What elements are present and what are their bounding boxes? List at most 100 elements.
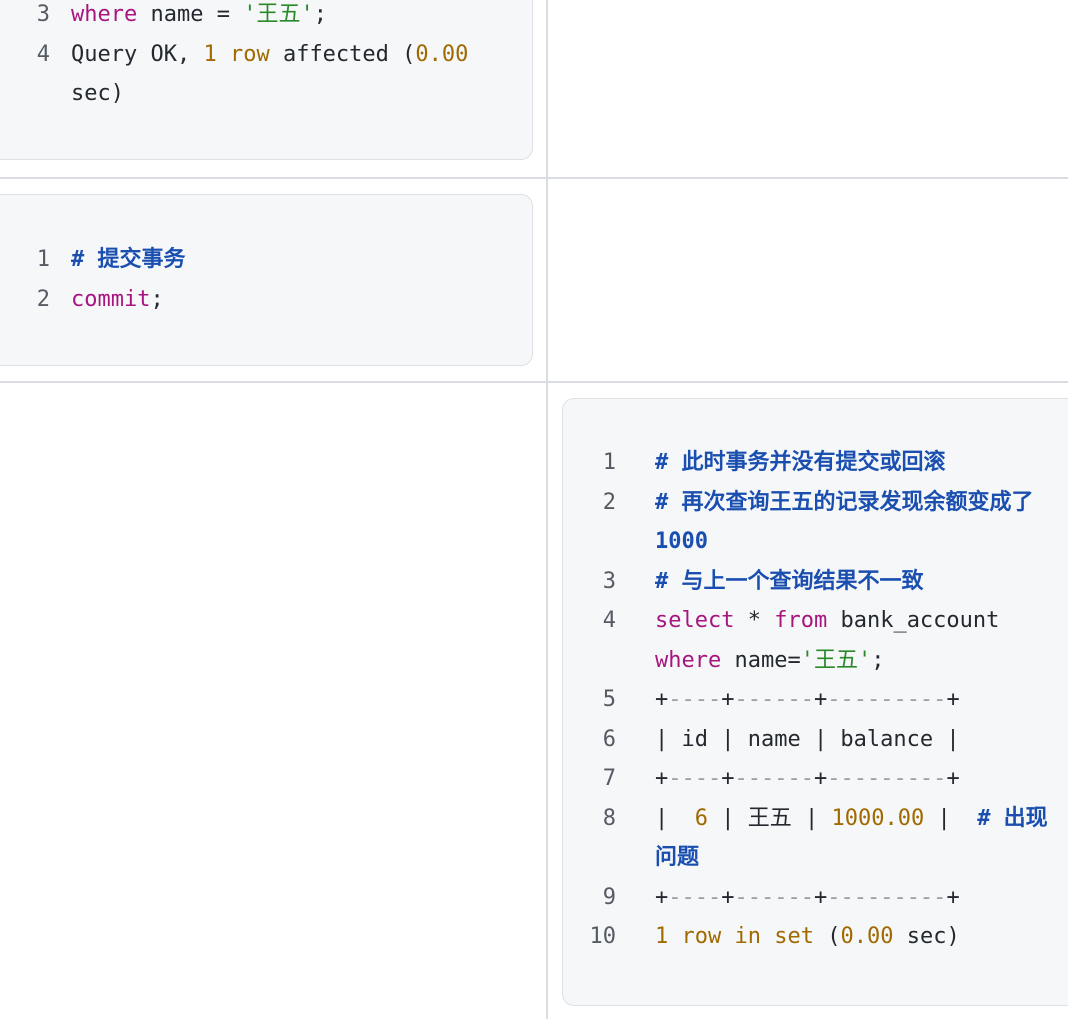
line-number: 4 — [36, 41, 50, 67]
code-token: bank_account — [827, 608, 1000, 633]
code-text: # 此时事务并没有提交或回滚 — [655, 443, 946, 483]
code-text: Query OK, 1 row affected (0.00 — [71, 35, 468, 75]
code-token: + — [813, 884, 828, 910]
code-token: * — [734, 608, 775, 633]
code-token: + — [813, 687, 828, 712]
code-token: # 出现 — [977, 805, 1048, 831]
code-token: row — [681, 924, 722, 949]
code-token: sec) — [893, 924, 960, 949]
line-number: 7 — [602, 766, 616, 791]
code-text: sec) — [71, 74, 124, 114]
code-text: +----+------+---------+ — [655, 680, 960, 720]
code-text: | id | name | balance | — [655, 720, 960, 760]
code-token: '王五' — [800, 647, 872, 673]
code-token: 1000 — [655, 529, 708, 554]
code-text: where name = '王五'; — [71, 0, 327, 35]
code-token: Query OK, — [71, 41, 204, 67]
code-token: 6 — [694, 805, 708, 831]
code-token: --------- — [827, 884, 947, 910]
code-token: '王五' — [243, 2, 314, 27]
line-number: 6 — [602, 726, 616, 752]
code-token: # 提交事务 — [71, 247, 186, 272]
line-number: 1 — [36, 247, 50, 272]
code-token: where — [71, 2, 138, 27]
code-token: ------ — [734, 766, 814, 791]
code-token: ------ — [734, 687, 814, 712]
line-number: 1 — [602, 450, 616, 475]
code-token: + — [813, 766, 828, 791]
code-token: | id | name | balance | — [655, 726, 960, 752]
code-block-query-result: 3 where name = '王五'; 4 Query OK, 1 row affe… — [0, 0, 533, 160]
row-divider-2 — [0, 381, 1068, 383]
code-token: + — [946, 884, 960, 910]
code-token: # 再次查询王五的记录发现余额变成了 — [655, 489, 1034, 515]
code-text: # 提交事务 — [71, 240, 186, 280]
code-token: sec) — [71, 81, 124, 106]
column-divider — [546, 0, 548, 1019]
code-token: where — [655, 647, 722, 673]
code-text: where name='王五'; — [655, 641, 884, 681]
code-token: 问题 — [655, 845, 700, 870]
code-token: # 与上一个查询结果不一致 — [655, 568, 924, 594]
line-number: 8 — [602, 805, 616, 831]
line-number: 3 — [602, 568, 616, 594]
code-token: --------- — [827, 766, 947, 791]
code-text: 1000 — [655, 522, 708, 562]
code-token: 1000.00 — [831, 805, 925, 831]
line-number: 2 — [602, 489, 616, 515]
code-token: ---- — [668, 766, 722, 791]
code-token: 1 — [203, 41, 217, 67]
code-token: + — [655, 687, 669, 712]
code-token: select — [655, 608, 735, 633]
line-number: 2 — [36, 286, 50, 312]
code-token: from — [774, 608, 828, 633]
code-token: ( — [814, 924, 841, 949]
code-text: 1 row in set (0.00 sec) — [655, 917, 960, 957]
code-token: 0.00 — [840, 924, 894, 949]
code-token: + — [946, 766, 960, 791]
code-token: in — [734, 924, 762, 949]
code-token: + — [721, 884, 735, 910]
code-token: name= — [721, 647, 801, 673]
code-token: + — [721, 687, 735, 712]
code-token: | — [655, 805, 695, 831]
code-token: --------- — [827, 687, 947, 712]
code-token: | 王五 | — [708, 805, 832, 831]
code-token: + — [946, 687, 960, 712]
code-text: commit; — [71, 280, 164, 320]
code-text: 问题 — [655, 838, 699, 878]
code-token: name = — [137, 2, 244, 27]
code-text: select * from bank_account — [655, 601, 999, 641]
code-text: # 与上一个查询结果不一致 — [655, 562, 924, 602]
code-block-commit: 1 # 提交事务 2 commit; — [0, 194, 533, 366]
code-token: ------ — [734, 884, 814, 910]
code-token: ; — [313, 2, 327, 27]
code-token: commit — [71, 286, 151, 312]
code-text: # 再次查询王五的记录发现余额变成了 — [655, 483, 1034, 523]
code-block-repeat-query: 1 # 此时事务并没有提交或回滚 2 # 再次查询王五的记录发现余额变成了 1000 3 #… — [562, 398, 1068, 1006]
code-token: + — [655, 884, 669, 910]
code-token: 0.00 — [415, 41, 469, 67]
code-token: + — [721, 766, 735, 791]
code-token: | — [924, 805, 978, 831]
line-number: 4 — [602, 608, 616, 633]
code-token: row — [229, 41, 270, 67]
line-number: 3 — [36, 2, 50, 27]
code-token: # 此时事务并没有提交或回滚 — [655, 450, 946, 475]
code-token: + — [655, 766, 669, 791]
code-token: ---- — [668, 884, 722, 910]
code-token: ---- — [668, 687, 722, 712]
code-token: ; — [150, 286, 164, 312]
code-token: 1 — [655, 924, 669, 949]
code-text: +----+------+---------+ — [655, 759, 960, 799]
code-token: ; — [871, 647, 885, 673]
code-token: set — [774, 924, 814, 949]
code-text: +----+------+---------+ — [655, 878, 960, 918]
line-number: 9 — [602, 884, 616, 910]
code-text: | 6 | 王五 | 1000.00 | # 出现 — [655, 799, 1048, 839]
code-token: affected ( — [269, 41, 416, 67]
